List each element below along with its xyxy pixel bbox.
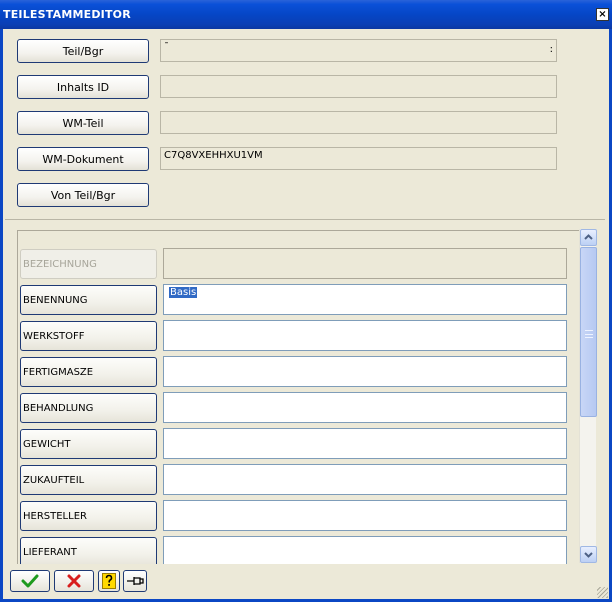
label-zukaufteil[interactable]: ZUKAUFTEIL (20, 465, 157, 495)
field-bezeichnung (163, 248, 567, 279)
scrollbar-thumb[interactable] (580, 247, 597, 417)
field-benennung-text: Basis (169, 287, 198, 298)
help-button[interactable] (98, 570, 120, 592)
scrollbar-grip-icon (585, 330, 593, 338)
field-gewicht[interactable] (163, 428, 567, 459)
field-fertigmasze[interactable] (163, 356, 567, 387)
wm-teil-field (160, 111, 557, 134)
question-mark-icon (102, 573, 116, 589)
wm-dokument-button[interactable]: WM-Dokument (17, 147, 149, 171)
title-bar: TEILESTAMMEDITOR × (0, 0, 612, 29)
field-hersteller[interactable] (163, 500, 567, 531)
label-benennung[interactable]: BENENNUNG (20, 285, 157, 315)
red-x-icon (67, 574, 81, 588)
attributes-list: BEZEICHNUNG BENENNUNG Basis WERKSTOFF FE… (17, 230, 585, 564)
attributes-panel: BEZEICHNUNG BENENNUNG Basis WERKSTOFF FE… (5, 219, 605, 565)
field-behandlung[interactable] (163, 392, 567, 423)
label-behandlung[interactable]: BEHANDLUNG (20, 393, 157, 423)
label-bezeichnung: BEZEICHNUNG (20, 249, 157, 279)
ok-button[interactable] (10, 570, 50, 592)
pushpin-icon (127, 577, 144, 585)
label-fertigmasze[interactable]: FERTIGMASZE (20, 357, 157, 387)
field-zukaufteil[interactable] (163, 464, 567, 495)
von-teil-bgr-button[interactable]: Von Teil/Bgr (17, 183, 149, 207)
inhalts-id-field (160, 75, 557, 98)
dialog-client-area: Teil/Bgr ¯ : Inhalts ID WM-Teil WM-Dokum… (3, 29, 609, 599)
resize-grip-icon[interactable] (597, 587, 608, 598)
window-title: TEILESTAMMEDITOR (3, 8, 131, 21)
wm-dokument-field: C7Q8VXEHHXU1VM (160, 147, 557, 170)
label-werkstoff[interactable]: WERKSTOFF (20, 321, 157, 351)
scroll-up-icon[interactable] (580, 229, 597, 246)
green-check-icon (21, 574, 39, 588)
teil-bgr-button[interactable]: Teil/Bgr (17, 39, 149, 63)
cancel-button[interactable] (54, 570, 94, 592)
field-benennung[interactable]: Basis (163, 284, 567, 315)
label-gewicht[interactable]: GEWICHT (20, 429, 157, 459)
teil-bgr-field: ¯ : (160, 39, 557, 62)
pin-button[interactable] (123, 570, 147, 592)
field-werkstoff[interactable] (163, 320, 567, 351)
wm-teil-button[interactable]: WM-Teil (17, 111, 149, 135)
close-button[interactable]: × (596, 8, 609, 21)
bottom-toolbar (3, 540, 609, 599)
teil-bgr-tick: : (549, 44, 553, 55)
vertical-scrollbar[interactable] (579, 229, 597, 563)
teil-bgr-value: ¯ (164, 42, 169, 53)
label-hersteller[interactable]: HERSTELLER (20, 501, 157, 531)
inhalts-id-button[interactable]: Inhalts ID (17, 75, 149, 99)
